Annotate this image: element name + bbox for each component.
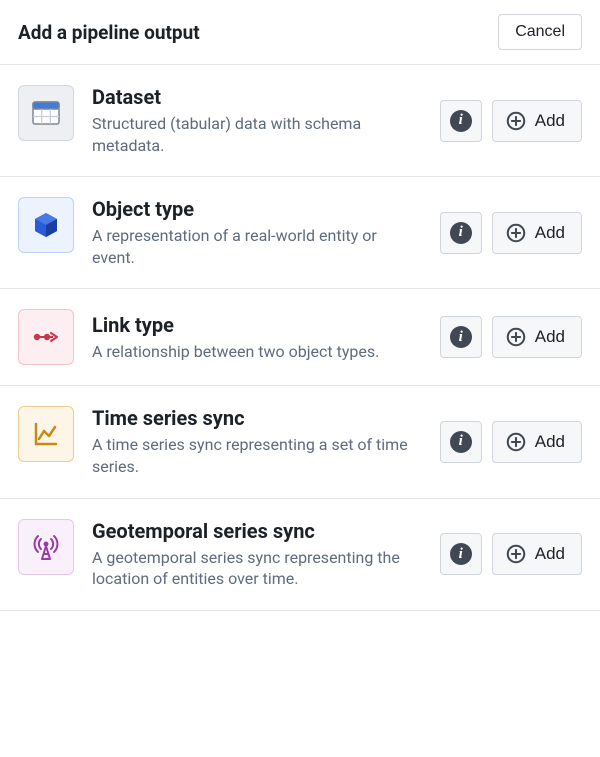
info-icon: i	[450, 431, 472, 453]
output-option-text: Time series sync A time series sync repr…	[92, 406, 422, 477]
output-option-title: Geotemporal series sync	[92, 519, 422, 543]
dataset-icon	[18, 85, 74, 141]
dialog-title: Add a pipeline output	[18, 21, 200, 44]
output-option-geotemporal-series-sync: Geotemporal series sync A geotemporal se…	[0, 499, 600, 611]
info-button[interactable]: i	[440, 533, 482, 575]
output-option-actions: i Add	[440, 212, 582, 254]
output-option-dataset: Dataset Structured (tabular) data with s…	[0, 65, 600, 177]
output-option-text: Dataset Structured (tabular) data with s…	[92, 85, 422, 156]
output-option-text: Object type A representation of a real-w…	[92, 197, 422, 268]
plus-circle-icon	[505, 110, 527, 132]
output-option-title: Dataset	[92, 85, 422, 109]
cancel-button[interactable]: Cancel	[498, 14, 582, 50]
output-option-title: Time series sync	[92, 406, 422, 430]
add-button[interactable]: Add	[492, 421, 582, 463]
output-option-description: A geotemporal series sync representing t…	[92, 547, 422, 590]
output-option-actions: i Add	[440, 421, 582, 463]
output-option-description: A representation of a real-world entity …	[92, 225, 422, 268]
output-option-actions: i Add	[440, 533, 582, 575]
info-icon: i	[450, 543, 472, 565]
add-button[interactable]: Add	[492, 212, 582, 254]
add-button-label: Add	[535, 432, 565, 452]
output-option-description: A time series sync representing a set of…	[92, 434, 422, 477]
output-option-object-type: Object type A representation of a real-w…	[0, 177, 600, 289]
info-icon: i	[450, 222, 472, 244]
output-option-actions: i Add	[440, 316, 582, 358]
cube-icon	[18, 197, 74, 253]
plus-circle-icon	[505, 431, 527, 453]
output-option-title: Object type	[92, 197, 422, 221]
plus-circle-icon	[505, 222, 527, 244]
output-option-time-series-sync: Time series sync A time series sync repr…	[0, 386, 600, 498]
output-option-title: Link type	[92, 313, 422, 337]
info-button[interactable]: i	[440, 316, 482, 358]
output-option-text: Geotemporal series sync A geotemporal se…	[92, 519, 422, 590]
add-button[interactable]: Add	[492, 100, 582, 142]
add-button-label: Add	[535, 223, 565, 243]
add-button[interactable]: Add	[492, 533, 582, 575]
output-option-description: Structured (tabular) data with schema me…	[92, 113, 422, 156]
link-icon	[18, 309, 74, 365]
output-option-actions: i Add	[440, 100, 582, 142]
output-option-link-type: Link type A relationship between two obj…	[0, 289, 600, 386]
antenna-icon	[18, 519, 74, 575]
info-button[interactable]: i	[440, 100, 482, 142]
output-option-text: Link type A relationship between two obj…	[92, 313, 422, 363]
info-icon: i	[450, 110, 472, 132]
add-button-label: Add	[535, 111, 565, 131]
info-button[interactable]: i	[440, 421, 482, 463]
plus-circle-icon	[505, 543, 527, 565]
output-option-description: A relationship between two object types.	[92, 341, 422, 363]
info-button[interactable]: i	[440, 212, 482, 254]
info-icon: i	[450, 326, 472, 348]
add-button-label: Add	[535, 544, 565, 564]
dialog-header: Add a pipeline output Cancel	[0, 0, 600, 65]
plus-circle-icon	[505, 326, 527, 348]
chart-line-icon	[18, 406, 74, 462]
add-button[interactable]: Add	[492, 316, 582, 358]
add-button-label: Add	[535, 327, 565, 347]
